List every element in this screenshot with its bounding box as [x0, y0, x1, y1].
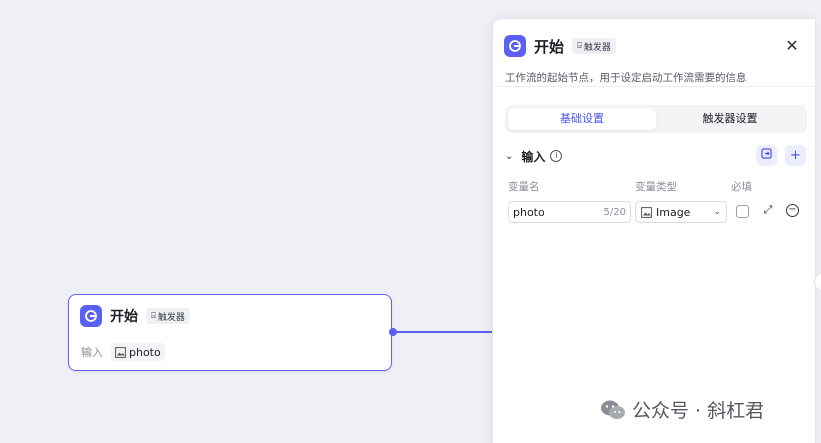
remove-variable-icon[interactable]: − [786, 204, 799, 217]
start-node-icon [504, 35, 526, 57]
variable-type-select[interactable]: Image ⌄ [635, 201, 727, 223]
input-variable-chip: photo [111, 343, 165, 361]
variable-name-value[interactable]: photo [513, 206, 545, 219]
chevron-down-icon[interactable]: ⌄ [505, 151, 513, 162]
panel-header: 开始 ⍈ 触发器 ✕ 工作流的起始节点，用于设定启动工作流需要的信息 [493, 19, 815, 87]
chevron-down-icon: ⌄ [713, 207, 721, 217]
col-variable-type: 变量类型 [635, 181, 677, 193]
variable-row: photo 5/20 Image ⌄ ⤢ − [508, 201, 808, 223]
col-variable-name: 变量名 [508, 181, 540, 193]
input-variable-name: photo [129, 345, 161, 359]
tab-trigger-settings[interactable]: 触发器设置 [656, 108, 804, 130]
col-required: 必填 [731, 181, 752, 193]
variable-table-header: 变量名 变量类型 必填 [508, 179, 798, 193]
close-icon[interactable]: ✕ [783, 37, 801, 55]
connection-edge[interactable] [397, 331, 493, 333]
wechat-icon [601, 400, 625, 419]
char-counter: 5/20 [603, 206, 626, 218]
panel-title: 开始 [534, 37, 565, 56]
expand-icon[interactable]: ⤢ [761, 203, 775, 217]
image-icon [115, 346, 126, 358]
node-settings-panel: 开始 ⍈ 触发器 ✕ 工作流的起始节点，用于设定启动工作流需要的信息 基础设置 … [492, 18, 816, 443]
tab-basic-settings[interactable]: 基础设置 [508, 108, 656, 130]
image-icon [641, 206, 652, 218]
info-icon[interactable]: i [550, 150, 563, 162]
trigger-badge-label: 触发器 [583, 42, 611, 53]
panel-description: 工作流的起始节点，用于设定启动工作流需要的信息 [505, 72, 747, 84]
trigger-icon: ⍈ [151, 311, 156, 320]
variable-type-value: Image [656, 205, 691, 219]
watermark: 公众号 · 斜杠君 [600, 396, 764, 423]
variable-name-input[interactable]: photo 5/20 [508, 201, 631, 223]
trigger-badge: ⍈ 触发器 [572, 38, 616, 54]
input-section-title: 输入 [521, 149, 546, 164]
start-node[interactable]: 开始 ⍈ 触发器 输入 photo [68, 294, 392, 371]
panel-titlebar: 开始 ⍈ 触发器 [504, 35, 616, 57]
add-variable-button[interactable]: + [785, 145, 806, 166]
trigger-badge-label: 触发器 [157, 312, 185, 323]
trigger-badge: ⍈ 触发器 [146, 308, 190, 324]
settings-tabs: 基础设置 触发器设置 [505, 105, 807, 133]
import-icon [761, 148, 772, 159]
input-label: 输入 [81, 346, 103, 359]
start-node-icon [80, 305, 102, 327]
required-checkbox[interactable] [736, 205, 749, 218]
trigger-icon: ⍈ [577, 41, 582, 50]
start-node-inputs: 输入 photo [81, 343, 165, 361]
import-button[interactable] [756, 145, 777, 166]
watermark-text: 公众号 · 斜杠君 [632, 400, 765, 422]
output-port[interactable] [389, 328, 397, 336]
start-node-title: 开始 [110, 309, 138, 325]
start-node-header: 开始 ⍈ 触发器 [80, 305, 190, 327]
